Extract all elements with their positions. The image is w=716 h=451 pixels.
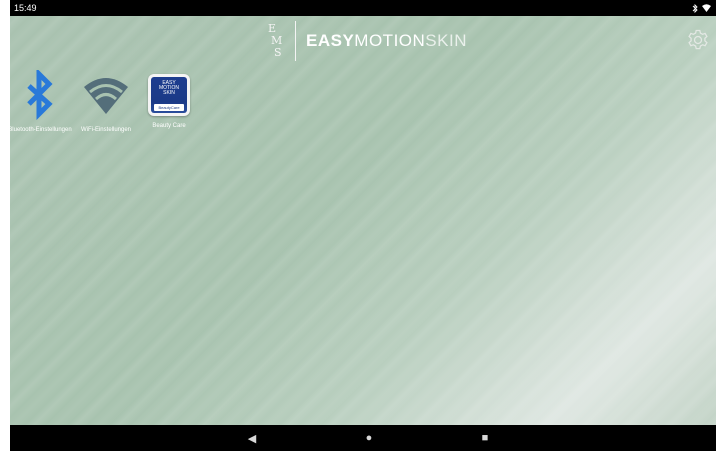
device-frame: 15:49 E M S EASYMOTIONSKIN Bluetooth-Ein… (0, 0, 716, 451)
app-bluetooth-settings[interactable]: Bluetooth-Einstellungen (10, 70, 72, 134)
home-button[interactable]: ● (354, 425, 384, 451)
app-wifi-settings[interactable]: WiFi-Einstellungen (74, 70, 138, 134)
bluetooth-icon (27, 70, 53, 120)
app-header: E M S EASYMOTIONSKIN (265, 20, 467, 62)
app-label: Bluetooth-Einstellungen (10, 127, 72, 133)
ems-logo: E M S (265, 20, 289, 62)
recents-button[interactable]: ■ (470, 425, 500, 451)
gear-icon[interactable] (686, 28, 710, 52)
tablet-screen: 15:49 E M S EASYMOTIONSKIN Bluetooth-Ein… (10, 0, 716, 451)
beauty-care-badge-text: BeautyCare (154, 104, 184, 111)
beauty-care-badge: EASY MOTION SKIN BeautyCare (151, 77, 187, 113)
navigation-bar: ◀ ● ■ (10, 425, 716, 451)
status-time: 15:49 (14, 3, 37, 13)
app-label: WiFi-Einstellungen (80, 127, 132, 133)
wifi-icon (702, 4, 711, 12)
beauty-care-icon: EASY MOTION SKIN BeautyCare (148, 74, 190, 116)
wifi-icon (84, 78, 128, 114)
brand-part-skin: SKIN (425, 31, 467, 50)
logo-letter-s: S (274, 46, 282, 59)
bluetooth-icon (692, 3, 698, 13)
beauty-care-logo: EASY MOTION SKIN (151, 81, 187, 96)
status-icons (692, 0, 711, 16)
brand-part-motion: MOTION (354, 31, 426, 50)
app-label: Beauty Care (152, 123, 186, 129)
app-beauty-care[interactable]: EASY MOTION SKIN BeautyCare Beauty Care (137, 70, 201, 130)
beauty-logo-line3: SKIN (163, 90, 175, 96)
status-bar: 15:49 (10, 0, 716, 16)
back-button[interactable]: ◀ (237, 425, 267, 451)
brand-part-easy: EASY (306, 31, 355, 50)
logo-divider (295, 21, 296, 61)
brand-name: EASYMOTIONSKIN (306, 31, 467, 51)
